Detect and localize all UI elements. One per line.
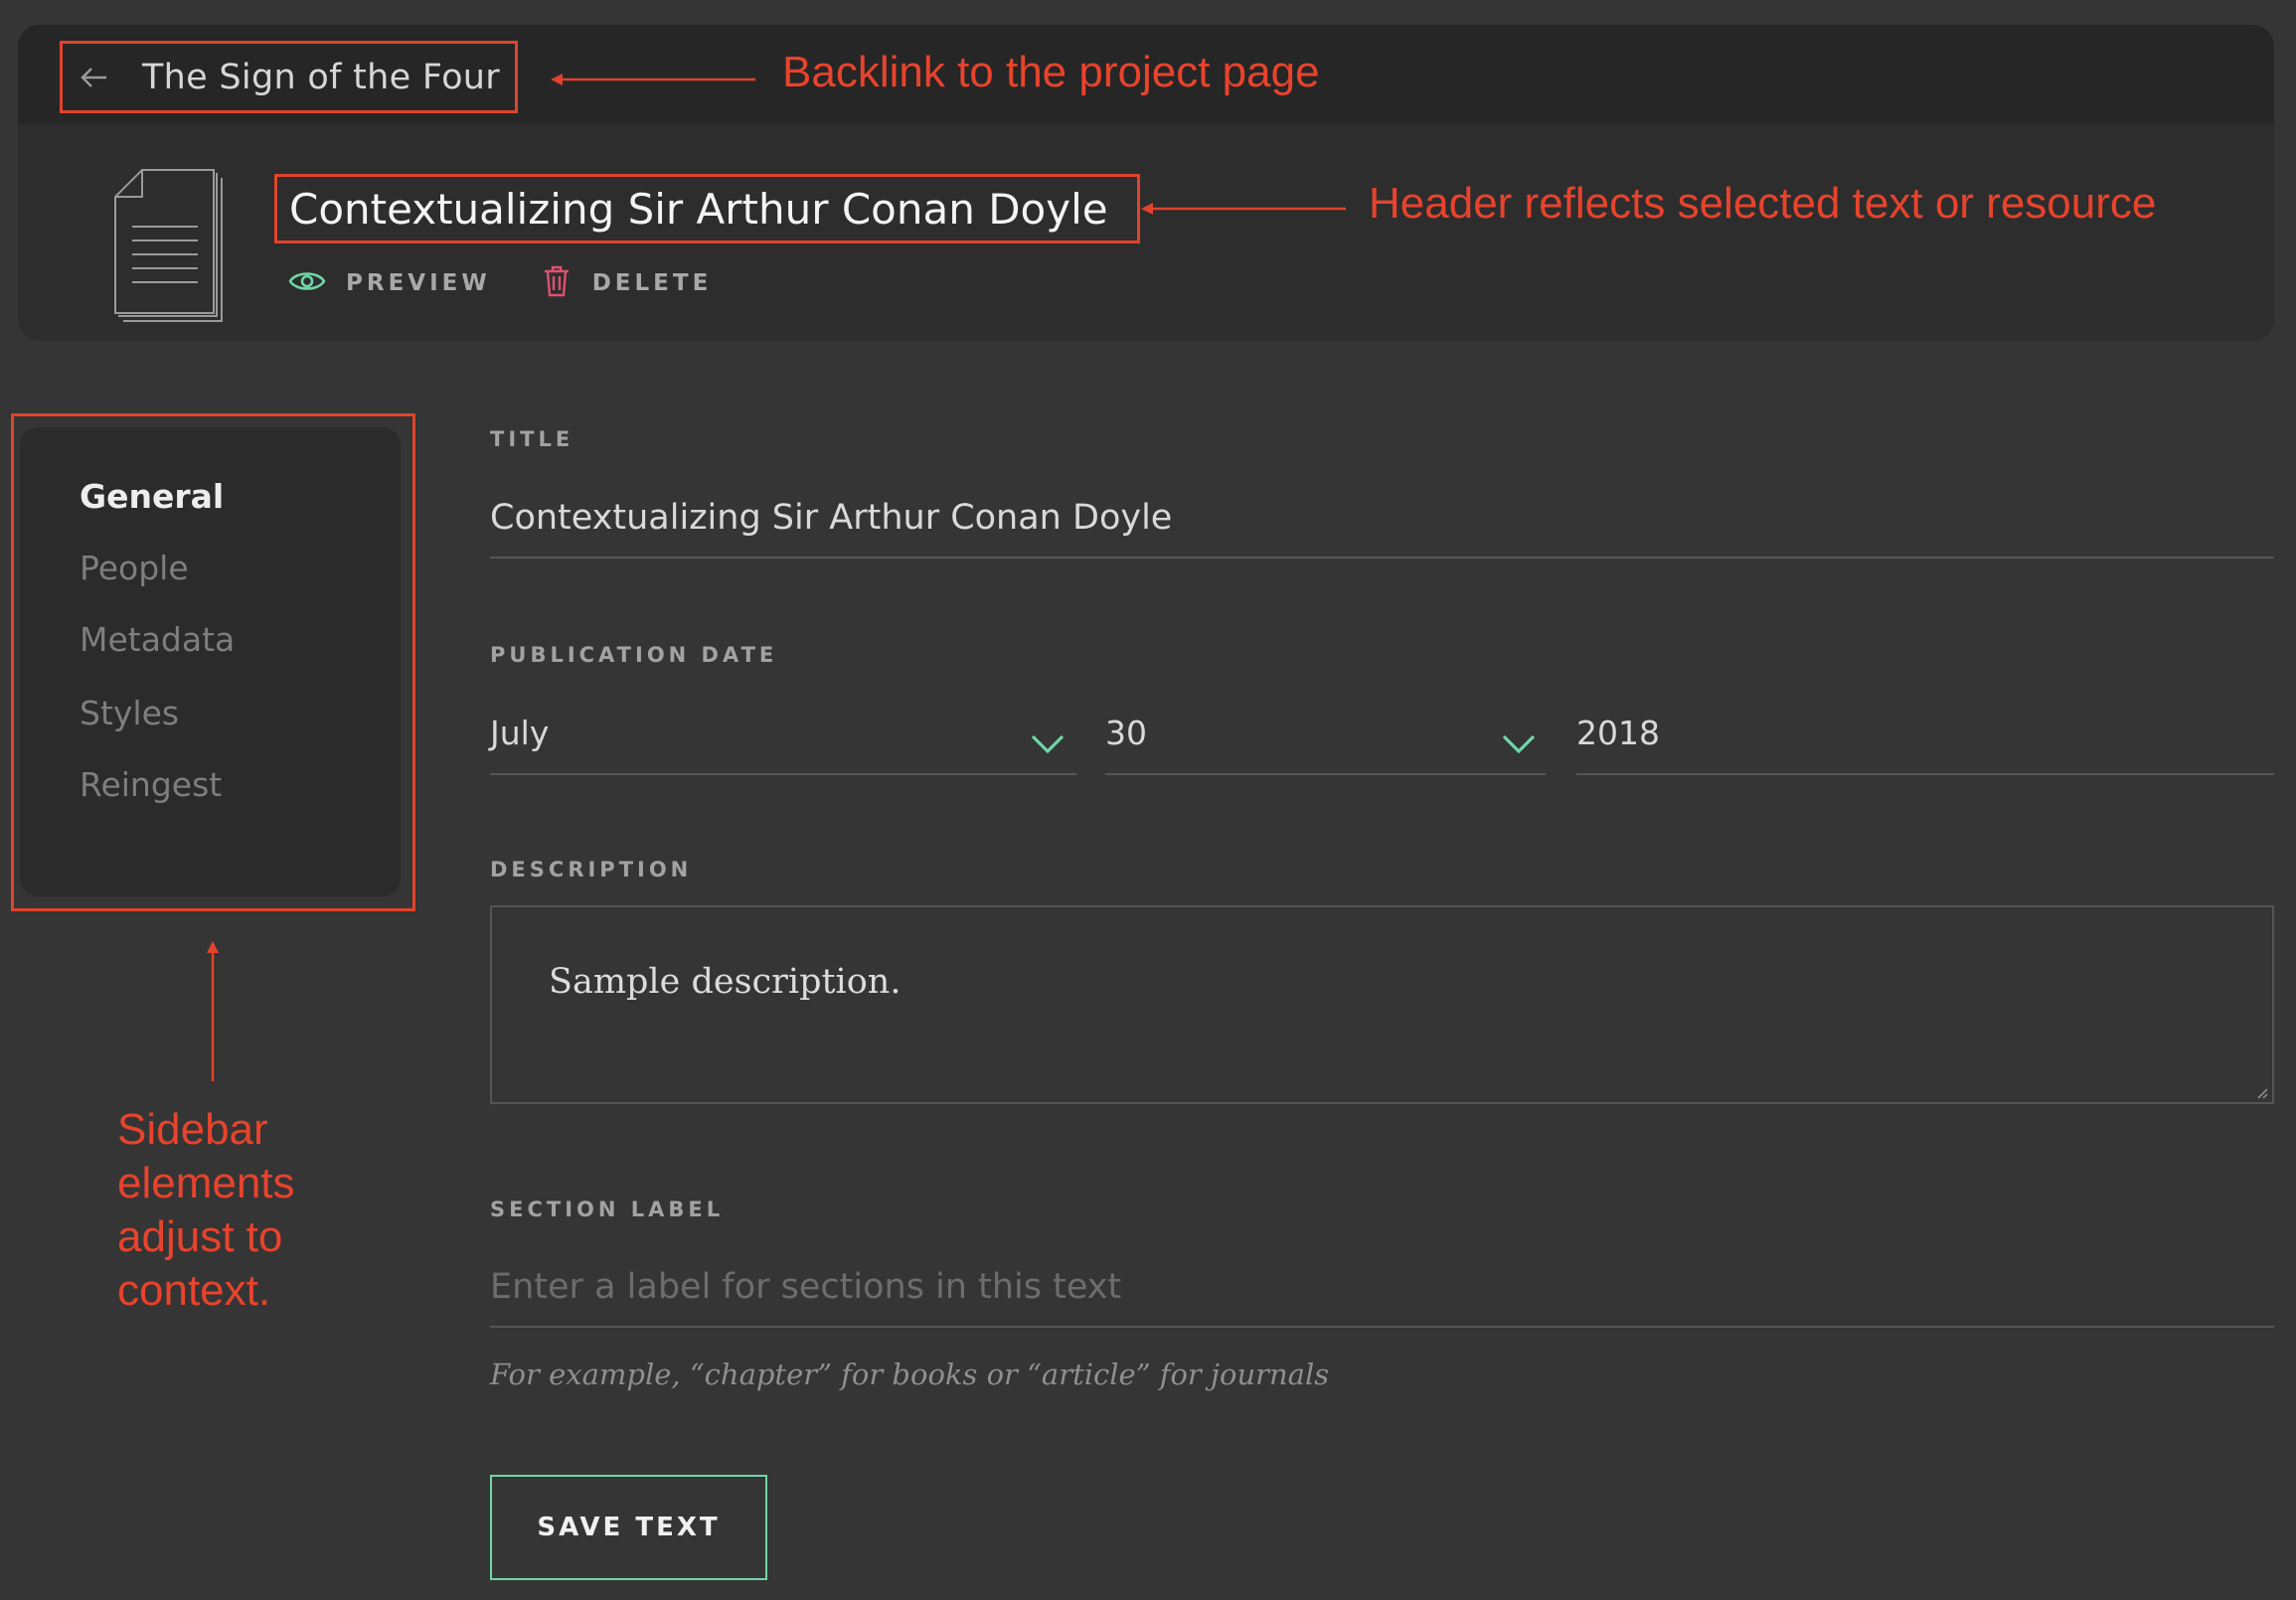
title-input[interactable]: [490, 479, 2274, 559]
eye-icon: [288, 269, 326, 297]
sidebar: General People Metadata Styles Reingest: [20, 427, 401, 896]
annotation-sidebar-line: adjust to: [117, 1212, 283, 1261]
header-actions: PREVIEW DELETE: [288, 261, 712, 305]
description-value: Sample description.: [549, 962, 902, 1002]
year-value: 2018: [1576, 714, 1660, 752]
chevron-down-icon: [1501, 733, 1537, 755]
preview-button[interactable]: PREVIEW: [288, 269, 491, 297]
annotation-sidebar-line: Sidebar: [117, 1105, 268, 1154]
section-label-hint: For example, “chapter” for books or “art…: [490, 1358, 1330, 1391]
annotation-backlink: Backlink to the project page: [782, 48, 1320, 96]
annotation-arrow-header: [1141, 203, 1346, 215]
trash-icon: [543, 265, 571, 301]
arrow-left-icon: [80, 67, 107, 88]
year-input[interactable]: 2018: [1576, 696, 2274, 775]
page-title: Contextualizing Sir Arthur Conan Doyle: [289, 184, 1108, 234]
day-select[interactable]: 30: [1105, 696, 1546, 775]
backlink-label: The Sign of the Four: [142, 57, 500, 97]
delete-label: DELETE: [591, 270, 713, 296]
delete-button[interactable]: DELETE: [543, 265, 713, 301]
sidebar-item-metadata[interactable]: Metadata: [80, 620, 235, 659]
annotation-sidebar-line: elements: [117, 1159, 295, 1207]
annotation-arrow-sidebar: [207, 941, 219, 1081]
sidebar-item-reingest[interactable]: Reingest: [80, 765, 222, 804]
description-textarea[interactable]: Sample description.: [490, 905, 2274, 1104]
save-text-label: SAVE TEXT: [537, 1513, 721, 1542]
section-label-input[interactable]: [490, 1248, 2274, 1328]
month-value: July: [490, 714, 550, 752]
title-field-label: TITLE: [490, 427, 574, 451]
publication-date-label: PUBLICATION DATE: [490, 643, 778, 667]
sidebar-item-styles[interactable]: Styles: [80, 694, 179, 732]
page-title-box: Contextualizing Sir Arthur Conan Doyle: [274, 174, 1140, 243]
day-value: 30: [1105, 714, 1147, 752]
resize-grip-icon[interactable]: [2254, 1084, 2268, 1099]
document-icon: [114, 169, 236, 330]
page: The Sign of the Four Contextualizing Sir…: [0, 0, 2296, 1600]
sidebar-item-general[interactable]: General: [80, 477, 224, 516]
preview-label: PREVIEW: [346, 270, 491, 296]
section-label-label: SECTION LABEL: [490, 1198, 725, 1221]
annotation-arrow-backlink: [551, 74, 755, 85]
chevron-down-icon: [1030, 733, 1066, 755]
month-select[interactable]: July: [490, 696, 1076, 775]
annotation-sidebar: Sidebar elements adjust to context.: [117, 1103, 356, 1318]
backlink[interactable]: The Sign of the Four: [60, 41, 518, 113]
annotation-sidebar-line: context.: [117, 1266, 271, 1315]
sidebar-item-people[interactable]: People: [80, 549, 189, 587]
description-label: DESCRIPTION: [490, 858, 693, 881]
save-text-button[interactable]: SAVE TEXT: [490, 1475, 767, 1580]
annotation-header: Header reflects selected text or resourc…: [1369, 179, 2157, 228]
